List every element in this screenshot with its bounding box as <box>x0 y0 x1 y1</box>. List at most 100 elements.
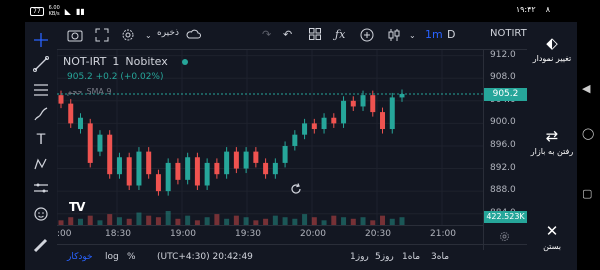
change-layout-button[interactable]: ⬖ تغییر نمودار <box>527 34 577 63</box>
clock: ۱۹:۴۲ <box>515 5 536 14</box>
candle-body <box>87 123 93 163</box>
volume-bar <box>243 217 249 225</box>
fullscreen-icon[interactable] <box>95 28 109 45</box>
brush-icon[interactable] <box>31 104 51 124</box>
cloud-icon[interactable] <box>185 28 201 43</box>
drawing-toolbar: T <box>25 22 57 270</box>
candle-body <box>263 162 269 175</box>
candle-body <box>360 95 366 107</box>
candle-body <box>282 145 288 163</box>
undo-icon[interactable]: ↶ <box>283 28 292 41</box>
candle-body <box>136 151 142 186</box>
candle-body <box>77 117 83 130</box>
candle-body <box>302 123 308 135</box>
period-d[interactable]: D <box>447 28 455 41</box>
recents-icon[interactable]: ▢ <box>582 187 592 200</box>
fib-icon[interactable] <box>31 80 51 100</box>
log-scale-button[interactable]: log <box>105 252 119 262</box>
add-icon[interactable] <box>360 28 374 45</box>
camera-icon[interactable] <box>67 28 83 45</box>
candle-body <box>370 95 376 113</box>
price-tick-label: 908.0 <box>490 72 516 83</box>
auto-scale-button[interactable]: خودکار <box>67 252 93 262</box>
timezone-button[interactable]: (UTC+4:30) 20:42:49 <box>157 252 253 262</box>
symbol-button[interactable]: NOTIRT <box>490 28 527 39</box>
candle-body <box>165 162 171 192</box>
legend-symbol: NOT-IRT <box>63 55 107 68</box>
status-bar: 77 6.00 KB/s ◣ ▮▮ ۱۹:۴۲ ٨ <box>0 0 600 22</box>
wifi-icon: ◣ <box>64 6 71 16</box>
candle-body <box>175 162 181 180</box>
range-5d[interactable]: 5روز <box>375 252 394 262</box>
trendline-icon[interactable] <box>31 54 51 74</box>
compare-icon[interactable] <box>387 28 401 45</box>
legend-indicators: حجم SMA 9 <box>67 87 112 96</box>
time-tick-label: :00 <box>57 229 72 239</box>
measure-icon[interactable] <box>31 178 51 198</box>
close-button[interactable]: ✕ بستن <box>527 222 577 251</box>
range-1m[interactable]: 1ماه <box>402 252 420 262</box>
current-price-badge: 905.2 <box>484 88 527 101</box>
chart-area[interactable]: NOT-IRT 1 Nobitex 905.2 +0.2 (+0.02%) حج… <box>57 50 527 270</box>
chart-topbar: ⌄ ذخیره ↷ ↶ ƒx ⌄ 1m D NOTIRT <box>57 22 527 50</box>
candle-body <box>292 134 298 146</box>
save-button[interactable]: ذخیره <box>157 28 179 38</box>
percent-scale-button[interactable]: % <box>127 252 136 262</box>
candle-body <box>243 151 249 169</box>
volume-bar <box>146 215 152 225</box>
network-speed: 6.00 KB/s <box>48 5 60 17</box>
candle-body <box>341 100 347 124</box>
candle-body <box>224 151 230 175</box>
settings-icon[interactable] <box>121 28 135 45</box>
range-1d[interactable]: 1روز <box>350 252 369 262</box>
candle-body <box>204 162 210 186</box>
time-tick-label: 20:30 <box>365 229 391 239</box>
candle-body <box>253 151 259 163</box>
live-status-dot <box>181 58 188 65</box>
layout-icon[interactable] <box>309 28 321 43</box>
volume-bar <box>155 217 161 225</box>
bottom-toolbar: خودکار log % (UTC+4:30) 20:42:49 3ماه 1م… <box>57 244 527 270</box>
legend-interval: 1 <box>112 55 120 68</box>
back-icon[interactable]: ◀ <box>582 82 590 95</box>
home-icon[interactable]: ◯ <box>582 127 594 140</box>
redo-icon[interactable]: ↷ <box>262 28 271 41</box>
time-tick-label: 19:30 <box>235 229 261 239</box>
time-axis[interactable]: :00 18:30 19:00 19:30 20:00 20:30 21:00 <box>57 225 483 243</box>
candle-body <box>107 134 113 175</box>
time-tick-label: 21:00 <box>430 229 456 239</box>
volume-bar <box>272 215 278 225</box>
price-tick-label: 900.0 <box>490 117 516 128</box>
volume-bar <box>136 212 142 225</box>
price-tick-label: 888.0 <box>490 185 516 196</box>
pattern-icon[interactable] <box>31 154 51 174</box>
reset-chart-icon[interactable] <box>289 181 303 200</box>
interval-1m[interactable]: 1m <box>425 28 443 41</box>
volume-bar <box>204 217 210 225</box>
emoji-icon[interactable] <box>31 204 51 224</box>
chart-legend: NOT-IRT 1 Nobitex <box>63 55 188 68</box>
volume-bar <box>380 215 386 225</box>
indicators-icon[interactable]: ƒx <box>335 28 345 41</box>
range-3m[interactable]: 3ماه <box>431 252 449 262</box>
candle-body <box>311 123 317 130</box>
save-dropdown-icon[interactable]: ⌄ <box>145 31 152 40</box>
volume-bar <box>165 211 171 225</box>
swap-icon: ⇄ <box>545 127 559 145</box>
ruler-icon[interactable] <box>31 236 51 256</box>
android-nav-bar: ◀ ◯ ▢ <box>577 22 600 270</box>
go-to-market-button[interactable]: ⇄ رفتن به بازار <box>527 127 577 156</box>
price-tick-label: 912.0 <box>490 49 516 60</box>
legend-sma: SMA 9 <box>86 87 112 96</box>
time-tick-label: 19:00 <box>170 229 196 239</box>
volume-bar <box>116 217 122 225</box>
crosshair-icon[interactable] <box>31 30 51 50</box>
volume-bar <box>302 214 308 225</box>
legend-exchange: Nobitex <box>125 55 168 68</box>
legend-price-change: 905.2 +0.2 (+0.02%) <box>67 72 164 82</box>
legend-volume-label: حجم <box>67 87 83 96</box>
text-icon[interactable]: T <box>31 130 51 150</box>
interval-dropdown-icon[interactable]: ⌄ <box>409 31 416 40</box>
volume-bar <box>341 217 347 225</box>
candle-body <box>233 151 239 169</box>
